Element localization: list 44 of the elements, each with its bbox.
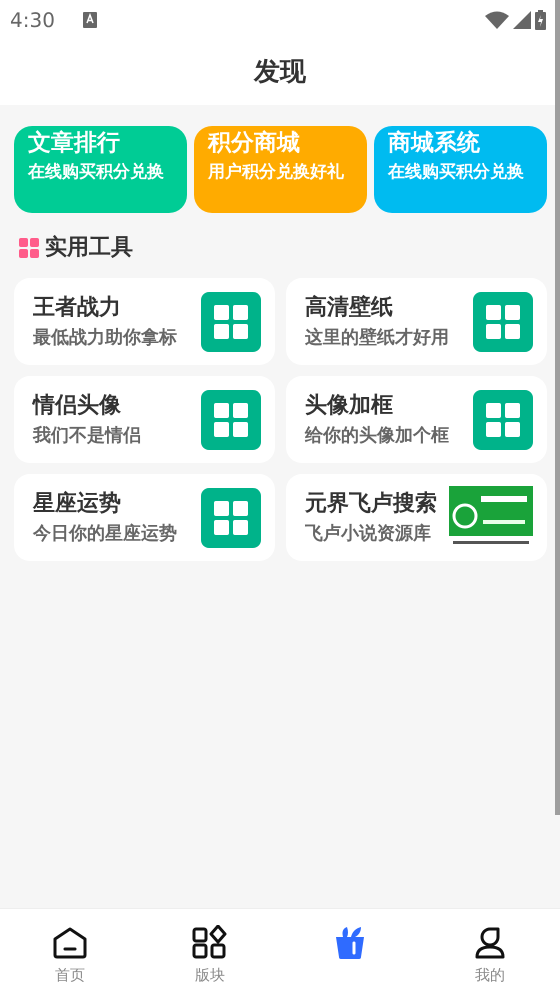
nav-tab[interactable]: 版块 [140,909,280,995]
home-icon [53,927,87,959]
basket-icon [335,927,365,959]
tool-title: 头像加框 [305,392,394,420]
tool-subtitle: 飞卢小说资源库 [305,522,432,546]
battery-icon [535,10,546,30]
card-title: 商城系统 [388,129,481,158]
tool-title: 星座运势 [33,490,122,518]
tool-title: 元界飞卢搜索 [305,490,438,518]
tool-card[interactable]: 王者战力 最低战力助你拿标 [14,278,275,365]
tool-card[interactable]: 星座运势 今日你的星座运势 [14,474,275,561]
tool-subtitle: 这里的壁纸才好用 [305,326,450,350]
nav-tab[interactable]: 我的 [420,909,560,995]
status-time: 4:30 [10,7,55,34]
nav-tab[interactable]: 首页 [0,909,140,995]
tool-title: 高清壁纸 [305,294,394,322]
card-subtitle: 在线购买积分兑换 [28,161,165,184]
grid-icon [473,390,533,450]
page-title: 发现 [254,56,306,89]
tool-subtitle: 给你的头像加个框 [305,424,450,448]
grid-icon [19,238,39,258]
card-title: 文章排行 [28,129,121,158]
user-icon [474,927,506,959]
tool-subtitle: 我们不是情侣 [33,424,142,448]
tool-card[interactable]: 元界飞卢搜索 飞卢小说资源库 [286,474,547,561]
tool-card[interactable]: 头像加框 给你的头像加个框 [286,376,547,463]
signal-icon [513,11,531,29]
wifi-icon [485,11,509,29]
tool-title: 情侣头像 [33,392,122,420]
card-subtitle: 在线购买积分兑换 [388,161,525,184]
card-subtitle: 用户积分兑换好礼 [208,161,345,184]
tool-card[interactable]: 高清壁纸 这里的壁纸才好用 [286,278,547,365]
card-title: 积分商城 [208,129,301,158]
tool-title: 王者战力 [33,294,122,322]
section-title: 实用工具 [45,234,133,262]
grid-icon [473,292,533,352]
keyboard-icon [82,12,97,28]
grid-icon [201,390,261,450]
blocks-icon [192,925,228,959]
grid-icon [201,488,261,548]
tool-card[interactable]: 情侣头像 我们不是情侣 [14,376,275,463]
tool-subtitle: 今日你的星座运势 [33,522,178,546]
tool-subtitle: 最低战力助你拿标 [33,326,178,350]
grid-icon [201,292,261,352]
